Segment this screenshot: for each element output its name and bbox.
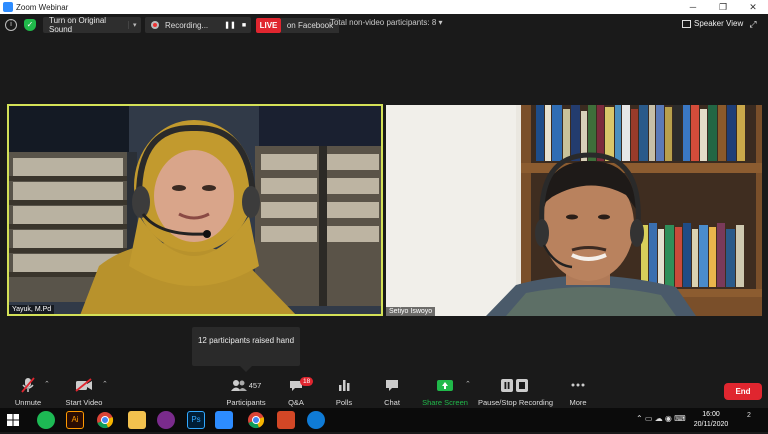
- share-screen-label: Share Screen: [422, 398, 468, 407]
- video-off-icon: [62, 376, 106, 394]
- photoshop-icon[interactable]: Ps: [187, 411, 205, 429]
- chat-icon: [378, 376, 406, 394]
- recording-indicator: Recording... ❚❚ ■: [145, 17, 251, 33]
- info-icon[interactable]: i: [5, 19, 17, 31]
- original-sound-button[interactable]: Turn on Original Sound ▾: [43, 16, 141, 34]
- raised-hand-text: 12 participants raised hand: [197, 336, 295, 345]
- grid-icon: [682, 19, 691, 28]
- close-button[interactable]: ✕: [738, 2, 768, 13]
- fullscreen-icon[interactable]: ⤢: [748, 19, 758, 29]
- windows-taskbar: Ai Ps ⌃ ▭ ☁ ◉ ⌨ 16:00 20/11/2020 2: [0, 408, 768, 432]
- chrome-icon[interactable]: [96, 411, 114, 429]
- meeting-topbar: i ✓ Turn on Original Sound ▾ Recording..…: [0, 14, 768, 36]
- non-video-participants[interactable]: Total non-video participants: 8 ▾: [330, 18, 443, 27]
- stop-icon[interactable]: ■: [237, 22, 251, 29]
- original-sound-label: Turn on Original Sound: [49, 16, 107, 34]
- qa-label: Q&A: [288, 398, 304, 407]
- spotify-icon[interactable]: [37, 411, 55, 429]
- pause-stop-icon: [478, 376, 552, 394]
- polls-button[interactable]: Polls: [330, 376, 358, 407]
- recording-label: Recording...: [165, 20, 209, 30]
- participants-label: Participants: [226, 398, 266, 407]
- non-video-participants-label: Total non-video participants: 8: [330, 18, 437, 27]
- polls-icon: [330, 376, 358, 394]
- edge-icon[interactable]: [307, 411, 325, 429]
- chevron-up-icon[interactable]: ⌃: [44, 380, 50, 388]
- minimize-button[interactable]: ─: [678, 2, 708, 13]
- powerpoint-icon[interactable]: [277, 411, 295, 429]
- chevron-up-icon[interactable]: ⌃: [102, 380, 108, 388]
- participants-icon-row: 457: [224, 376, 268, 394]
- file-explorer-icon[interactable]: [128, 411, 146, 429]
- maximize-button[interactable]: ❐: [708, 2, 738, 13]
- video-tile-active-speaker[interactable]: Yayuk, M.Pd: [7, 104, 383, 316]
- video-tile[interactable]: Setiyo Iswoyo: [386, 105, 762, 316]
- pause-stop-recording-label: Pause/Stop Recording: [478, 398, 554, 407]
- window-title: Zoom Webinar: [16, 2, 69, 12]
- end-button[interactable]: End: [724, 383, 762, 400]
- polls-label: Polls: [335, 398, 353, 407]
- live-badge: LIVE: [256, 18, 281, 33]
- clock-time: 16:00: [702, 411, 720, 418]
- participant-name-label: Setiyo Iswoyo: [386, 307, 436, 316]
- more-button[interactable]: More: [566, 376, 590, 407]
- more-label: More: [569, 398, 587, 407]
- share-screen-icon: [422, 376, 468, 394]
- participants-button[interactable]: 457 Participants: [224, 376, 268, 407]
- meeting-controls: Unmute ⌃ Start Video ⌃ 457 Participants …: [0, 372, 768, 408]
- participants-count: 457: [248, 380, 262, 390]
- speaker-view-button[interactable]: Speaker View: [682, 19, 743, 28]
- taskbar-clock[interactable]: 16:00 20/11/2020: [690, 410, 732, 430]
- record-icon: [151, 21, 159, 29]
- raised-hand-toast[interactable]: 12 participants raised hand: [192, 327, 300, 372]
- zoom-logo-icon: [3, 2, 13, 12]
- pause-stop-recording-button[interactable]: Pause/Stop Recording: [478, 376, 554, 407]
- illustrator-icon[interactable]: Ai: [66, 411, 84, 429]
- chevron-up-icon[interactable]: ⌃: [465, 380, 471, 388]
- chevron-down-icon[interactable]: ▾: [127, 21, 141, 29]
- chat-button[interactable]: Chat: [378, 376, 406, 407]
- chat-label: Chat: [384, 398, 400, 407]
- participant-name-label: Yayuk, M.Pd: [9, 305, 55, 314]
- share-screen-button[interactable]: Share Screen: [422, 376, 468, 407]
- muted-microphone-icon: [10, 376, 46, 394]
- clock-date: 20/11/2020: [693, 421, 729, 428]
- participant-video: [386, 105, 762, 316]
- participant-video: [9, 106, 381, 314]
- window-titlebar: Zoom Webinar ─ ❐ ✕: [0, 0, 768, 14]
- unmute-button[interactable]: Unmute: [10, 376, 46, 407]
- app-icon[interactable]: [157, 411, 175, 429]
- notification-count: 2: [747, 412, 751, 419]
- zoom-taskbar-icon[interactable]: [215, 411, 233, 429]
- chevron-down-icon: ▾: [438, 18, 443, 27]
- chrome-icon[interactable]: [247, 411, 265, 429]
- security-shield-icon[interactable]: ✓: [24, 19, 36, 31]
- more-dots-icon: [566, 376, 590, 394]
- notifications-icon[interactable]: 2: [742, 412, 756, 426]
- speaker-view-label: Speaker View: [694, 19, 744, 28]
- participants-icon: [230, 380, 247, 391]
- unmute-label: Unmute: [14, 398, 42, 407]
- system-tray-icons[interactable]: ⌃ ▭ ☁ ◉ ⌨: [636, 414, 686, 423]
- pause-icon[interactable]: ❚❚: [223, 21, 237, 29]
- start-video-button[interactable]: Start Video: [62, 376, 106, 407]
- windows-start-icon[interactable]: [4, 411, 22, 429]
- qa-badge: 18: [300, 377, 314, 386]
- start-video-label: Start Video: [65, 398, 103, 407]
